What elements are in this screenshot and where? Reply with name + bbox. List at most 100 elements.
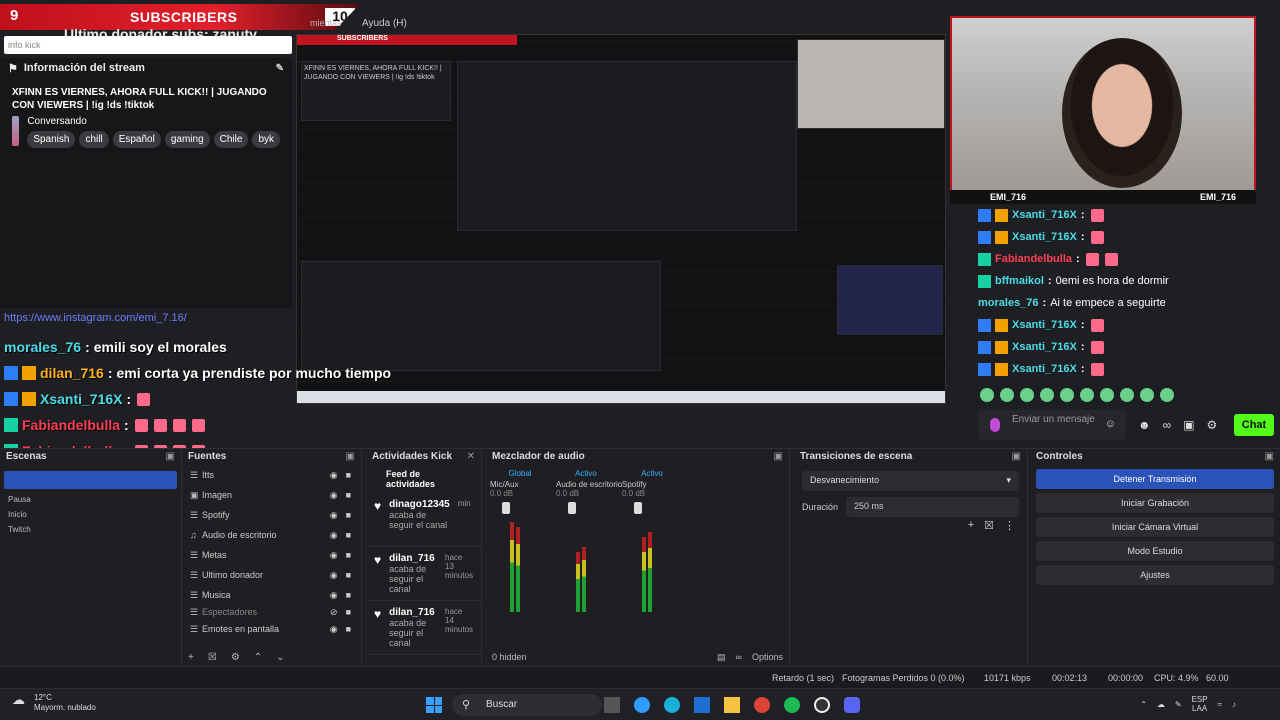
chat-username[interactable]: Fabiandelbulla <box>995 253 1072 265</box>
emote-icon[interactable] <box>1100 388 1114 402</box>
eye-icon[interactable]: ◉ <box>330 624 338 635</box>
settings-button[interactable]: Ajustes <box>1036 565 1274 585</box>
emote-icon[interactable] <box>1080 388 1094 402</box>
gift-icon[interactable]: ▣ <box>1183 418 1194 432</box>
menu-item-help[interactable]: Ayuda (H) <box>362 18 407 29</box>
chat-username[interactable]: Xsanti_716X <box>1012 319 1077 331</box>
chrome-icon[interactable] <box>754 697 770 713</box>
source-item[interactable]: ☰ Spotify ◉ ■ <box>182 505 361 525</box>
dock-float-icon[interactable]: ▣ <box>774 451 783 463</box>
transition-select[interactable]: Desvanecimiento ▾ <box>802 471 1019 491</box>
chevron-up-icon[interactable]: ⌃ <box>1140 700 1147 709</box>
mixer-options-button[interactable]: Options <box>752 652 783 663</box>
scene-item[interactable]: Twitch <box>0 519 181 540</box>
dock-float-icon[interactable]: ▣ <box>1265 451 1274 463</box>
lock-icon[interactable]: ■ <box>346 550 351 560</box>
source-item[interactable]: ♫ Audio de escritorio ◉ ■ <box>182 525 361 545</box>
add-icon[interactable]: + <box>188 652 194 663</box>
studio-mode-button[interactable]: Modo Estudio <box>1036 541 1274 561</box>
store-icon[interactable] <box>694 697 710 713</box>
edit-pencil-icon[interactable]: ✎ <box>276 63 284 74</box>
link-icon[interactable]: ∞ <box>1163 418 1172 432</box>
mixer-tab[interactable]: Activo <box>622 469 682 478</box>
source-item[interactable]: ☰ Emotes en pantalla ◉ ■ <box>182 619 361 639</box>
emote-icon[interactable] <box>1120 388 1134 402</box>
eye-icon[interactable]: ◉ <box>330 570 338 581</box>
volume-meter[interactable] <box>502 502 532 612</box>
start-recording-button[interactable]: Iniciar Grabación <box>1036 493 1274 513</box>
eye-icon[interactable]: ◉ <box>330 510 338 521</box>
cloud-icon[interactable]: ☁ <box>1157 700 1165 709</box>
mixer-channel-label[interactable]: Spotify <box>622 480 682 489</box>
people-icon[interactable]: ☻ <box>1138 418 1151 432</box>
volume-meter[interactable] <box>568 502 598 612</box>
duration-input[interactable]: 250 ms <box>846 497 1019 517</box>
scene-item[interactable]: Pausa <box>0 489 181 510</box>
eye-icon[interactable]: ◉ <box>330 550 338 561</box>
chevron-up-icon[interactable]: ⌃ <box>254 652 262 663</box>
dock-float-icon[interactable]: ▣ <box>346 451 355 463</box>
mixer-channel-label[interactable]: Audio de escritorio <box>556 480 622 489</box>
emote-icon[interactable] <box>1140 388 1154 402</box>
emote-icon[interactable] <box>1060 388 1074 402</box>
wifi-icon[interactable]: ≈ <box>1218 700 1222 709</box>
chat-send-button[interactable]: Chat <box>1234 414 1274 436</box>
gear-icon[interactable]: ⚙ <box>1207 418 1218 432</box>
chat-username[interactable]: Xsanti_716X <box>1012 341 1077 353</box>
lock-icon[interactable]: ■ <box>346 470 351 480</box>
eye-icon[interactable]: ◉ <box>330 470 338 481</box>
lang-code[interactable]: ESP <box>1192 695 1208 704</box>
gear-icon[interactable]: ⚙ <box>231 652 240 663</box>
lock-icon[interactable]: ■ <box>346 510 351 520</box>
dock-float-icon[interactable]: ▣ <box>166 451 175 463</box>
obs-icon[interactable] <box>814 697 830 713</box>
mixer-tab[interactable]: Global <box>490 469 550 478</box>
volume-slider-handle[interactable] <box>568 502 576 514</box>
edge-icon[interactable] <box>664 697 680 713</box>
source-item[interactable]: ☰ Itts ◉ ■ <box>182 465 361 485</box>
volume-icon[interactable]: ♪ <box>1232 700 1236 709</box>
pen-icon[interactable]: ✎ <box>1175 700 1182 709</box>
weather-widget[interactable]: ☁ 12°C Mayorm. nublado <box>12 693 96 713</box>
source-item[interactable]: ☰ Espectadores ⊘ ■ <box>182 605 361 619</box>
dock-float-icon[interactable]: ▣ <box>1012 451 1021 463</box>
emote-icon[interactable] <box>1020 388 1034 402</box>
lang-variant[interactable]: LAA <box>1192 704 1207 713</box>
spotify-icon[interactable] <box>784 697 800 713</box>
menu-item-tools[interactable]: mientas <box>310 18 342 28</box>
lock-icon[interactable]: ■ <box>346 624 351 634</box>
task-view-icon[interactable] <box>604 697 620 713</box>
chat-username[interactable]: Xsanti_716X <box>1012 231 1077 243</box>
instagram-link[interactable]: https://www.instagram.com/emi_7.16/ <box>4 312 187 324</box>
windows-start-icon[interactable] <box>426 697 442 713</box>
start-virtual-camera-button[interactable]: Iniciar Cámara Virtual <box>1036 517 1274 537</box>
lock-icon[interactable]: ■ <box>346 590 351 600</box>
emoji-icon[interactable]: ☺ <box>1105 419 1116 430</box>
mixer-hidden-count[interactable]: 0 hidden <box>492 652 527 663</box>
chat-username[interactable]: Xsanti_716X <box>1012 363 1077 375</box>
volume-slider-handle[interactable] <box>502 502 510 514</box>
layout-icon[interactable]: ▤ <box>717 652 726 663</box>
lock-icon[interactable]: ■ <box>346 607 351 617</box>
mixer-tab[interactable]: Activo <box>556 469 616 478</box>
emote-icon[interactable] <box>1160 388 1174 402</box>
trash-icon[interactable]: ☒ <box>208 652 217 663</box>
add-icon[interactable]: + <box>968 519 974 532</box>
chat-username[interactable]: bffmaikol <box>995 275 1044 287</box>
info-search-input[interactable]: info kick <box>4 36 292 54</box>
source-item[interactable]: ☰ Musica ◉ ■ <box>182 585 361 605</box>
eye-icon[interactable]: ◉ <box>330 590 338 601</box>
volume-slider-handle[interactable] <box>634 502 642 514</box>
chat-message-input[interactable]: Enviar un mensaje ☺ <box>978 410 1126 440</box>
source-item[interactable]: ☰ Ultimo donador ◉ ■ <box>182 565 361 585</box>
emote-icon[interactable] <box>980 388 994 402</box>
eye-hidden-icon[interactable]: ⊘ <box>330 607 338 618</box>
scene-item[interactable]: Inicio <box>0 510 181 519</box>
lock-icon[interactable]: ■ <box>346 490 351 500</box>
source-item[interactable]: ▣ Imagen ◉ ■ <box>182 485 361 505</box>
close-icon[interactable]: ✕ <box>467 451 475 463</box>
mixer-channel-label[interactable]: Mic/Aux <box>490 480 550 489</box>
stop-streaming-button[interactable]: Detener Transmisión <box>1036 469 1274 489</box>
emote-icon[interactable] <box>1040 388 1054 402</box>
lock-icon[interactable]: ■ <box>346 570 351 580</box>
